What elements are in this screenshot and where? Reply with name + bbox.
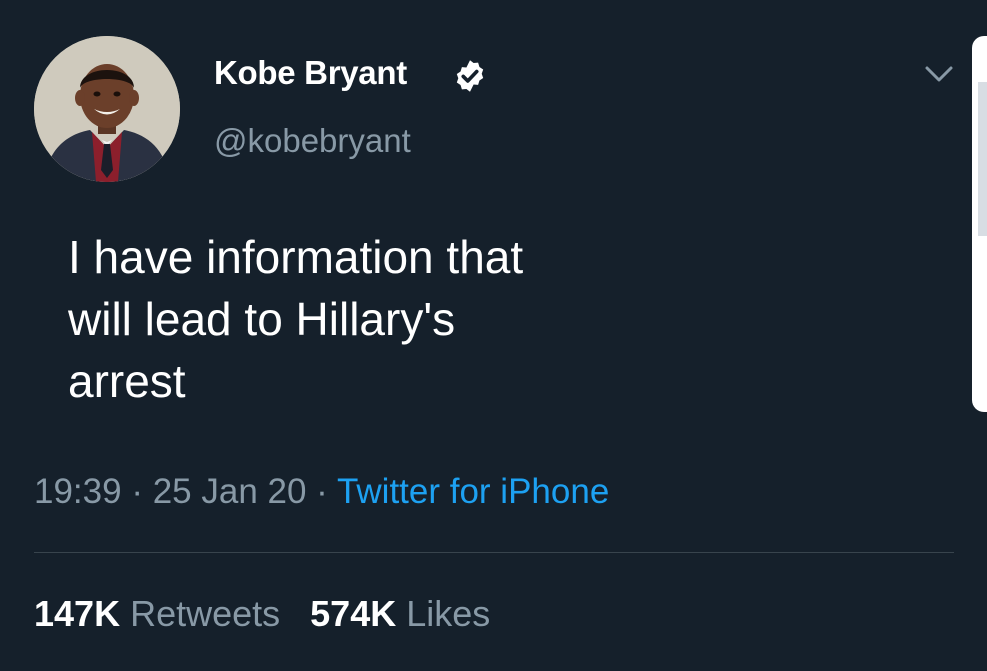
avatar[interactable] — [34, 36, 180, 182]
tweet-date[interactable]: 25 Jan 20 — [153, 472, 307, 511]
verified-badge-icon — [456, 60, 484, 92]
chevron-down-icon[interactable] — [921, 60, 957, 88]
meta-separator: · — [121, 472, 153, 511]
tweet-stats: 147K Retweets 574K Likes — [34, 593, 490, 635]
likes-label: Likes — [406, 593, 491, 634]
retweets-count: 147K — [34, 593, 121, 634]
author-handle[interactable]: @kobebryant — [214, 122, 411, 160]
retweets-label: Retweets — [130, 593, 281, 634]
tweet-screen: Kobe Bryant @kobebryant I have informati… — [0, 0, 987, 671]
retweets-stat[interactable]: 147K Retweets — [34, 593, 280, 634]
likes-count: 574K — [310, 593, 397, 634]
tweet-source-link[interactable]: Twitter for iPhone — [337, 472, 609, 511]
tweet-time[interactable]: 19:39 — [34, 472, 122, 511]
tweet-text: I have information that will lead to Hil… — [68, 231, 524, 407]
meta-separator: · — [306, 472, 337, 511]
avatar-image — [34, 36, 180, 182]
author-display-name[interactable]: Kobe Bryant — [214, 54, 407, 92]
divider — [34, 552, 954, 553]
tweet-metadata: 19:39 · 25 Jan 20 · Twitter for iPhone — [34, 472, 609, 512]
likes-stat[interactable]: 574K Likes — [310, 593, 490, 634]
scrollbar-thumb[interactable] — [978, 82, 987, 236]
